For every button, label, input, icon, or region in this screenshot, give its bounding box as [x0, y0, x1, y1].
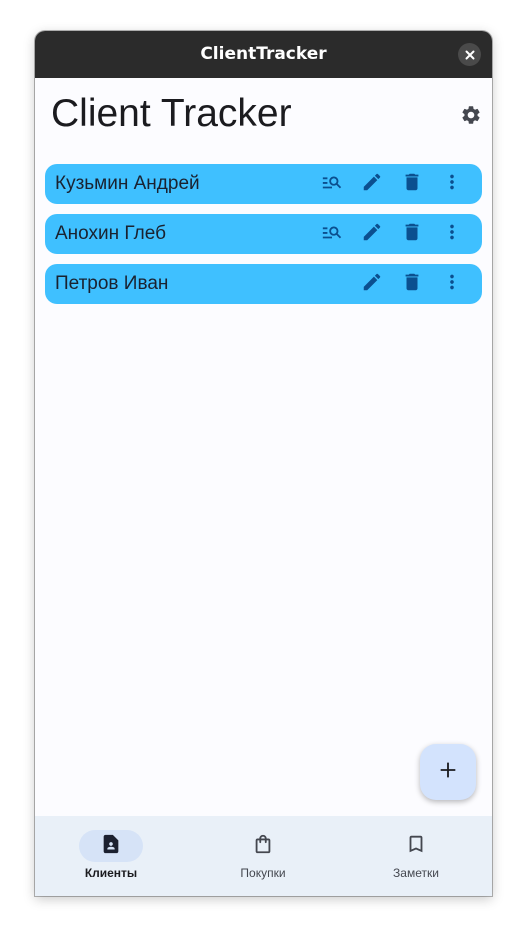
nav-label-clients: Клиенты: [84, 866, 138, 880]
more-vert-icon: [441, 271, 463, 297]
pencil-icon: [361, 221, 383, 247]
delete-client-button[interactable]: [400, 172, 424, 196]
client-name: Кузьмин Андрей: [55, 173, 200, 194]
nav-label-notes: Заметки: [393, 866, 439, 880]
trash-icon: [401, 171, 423, 197]
shopping-bag-icon: [252, 833, 274, 859]
client-row[interactable]: Петров Иван: [45, 264, 482, 304]
manage-search-icon: [321, 221, 343, 247]
client-list: Кузьмин Андрей Анохин Глеб Петров Иван: [45, 164, 482, 314]
trash-icon: [401, 271, 423, 297]
close-button[interactable]: [458, 43, 481, 66]
nav-icon-container: [384, 830, 448, 862]
app-window: ClientTracker Client Tracker Кузьмин Анд…: [35, 31, 492, 896]
client-menu-button[interactable]: [440, 172, 464, 196]
pencil-icon: [361, 271, 383, 297]
settings-button[interactable]: [458, 104, 484, 130]
more-vert-icon: [441, 221, 463, 247]
client-menu-button[interactable]: [440, 272, 464, 296]
manage-search-icon: [321, 171, 343, 197]
nav-icon-container: [231, 830, 295, 862]
client-row[interactable]: Кузьмин Андрей: [45, 164, 482, 204]
nav-item-notes[interactable]: Заметки: [340, 816, 492, 896]
nav-item-clients[interactable]: Клиенты: [35, 816, 187, 896]
delete-client-button[interactable]: [400, 222, 424, 246]
nav-active-indicator: [79, 830, 143, 862]
client-details-button[interactable]: [320, 172, 344, 196]
trash-icon: [401, 221, 423, 247]
client-row[interactable]: Анохин Глеб: [45, 214, 482, 254]
bookmark-icon: [405, 833, 427, 859]
pencil-icon: [361, 171, 383, 197]
edit-client-button[interactable]: [360, 222, 384, 246]
window-title: ClientTracker: [200, 44, 327, 64]
delete-client-button[interactable]: [400, 272, 424, 296]
nav-label-purchases: Покупки: [240, 866, 286, 880]
close-icon: [465, 45, 475, 64]
edit-client-button[interactable]: [360, 272, 384, 296]
page-title: Client Tracker: [51, 92, 292, 135]
nav-item-purchases[interactable]: Покупки: [187, 816, 339, 896]
client-name: Анохин Глеб: [55, 223, 166, 244]
client-name: Петров Иван: [55, 273, 169, 294]
edit-client-button[interactable]: [360, 172, 384, 196]
plus-icon: [437, 759, 459, 785]
add-client-button[interactable]: [420, 744, 476, 800]
bottom-navigation: Клиенты Покупки Заметки: [35, 816, 492, 896]
window-titlebar: ClientTracker: [35, 31, 492, 78]
more-vert-icon: [441, 171, 463, 197]
contact-page-icon: [100, 833, 122, 859]
gear-icon: [460, 104, 482, 130]
client-menu-button[interactable]: [440, 222, 464, 246]
client-details-button[interactable]: [320, 222, 344, 246]
